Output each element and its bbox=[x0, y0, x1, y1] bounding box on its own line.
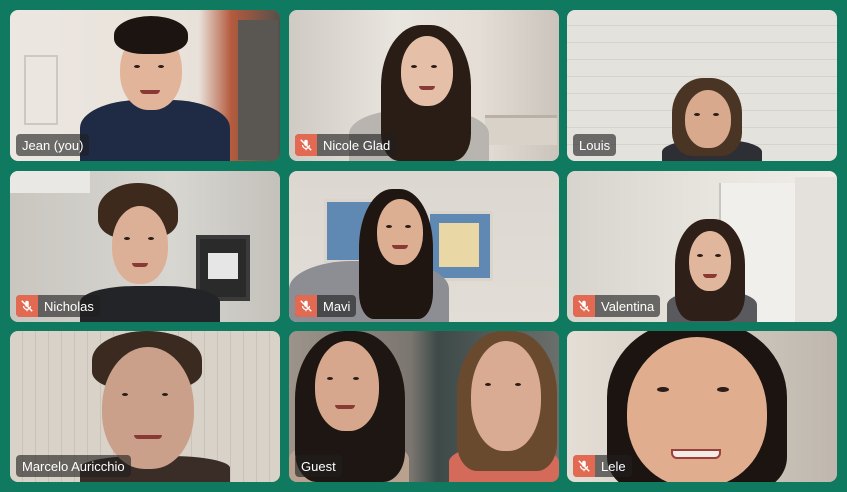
mic-off-icon bbox=[295, 134, 317, 156]
eye bbox=[405, 225, 411, 228]
picture-center bbox=[439, 223, 479, 267]
participant-name: Lele bbox=[601, 458, 626, 474]
participant-name: Louis bbox=[579, 137, 611, 153]
mic-off-icon bbox=[573, 295, 595, 317]
eye bbox=[657, 387, 669, 392]
eye bbox=[715, 254, 721, 257]
eye bbox=[124, 237, 130, 240]
participant-name-tag: Louis bbox=[573, 134, 617, 156]
eye bbox=[134, 65, 140, 68]
mouth bbox=[140, 90, 160, 94]
participant-tile-jean[interactable]: Jean (you) bbox=[10, 10, 280, 161]
participant-name-tag: Marcelo Auricchio bbox=[16, 455, 131, 477]
second-person-head bbox=[471, 341, 541, 451]
mic-off-icon bbox=[573, 455, 595, 477]
eye bbox=[411, 65, 417, 68]
eye bbox=[162, 393, 168, 396]
participant-tile-nicholas[interactable]: Nicholas bbox=[10, 171, 280, 322]
video-grid: Jean (you) Nicole Glad Louis Nicholas Ma… bbox=[0, 0, 847, 492]
mouth bbox=[419, 86, 435, 90]
eye bbox=[485, 383, 491, 386]
person-head bbox=[689, 231, 731, 291]
mouth bbox=[392, 245, 408, 249]
participant-name-tag: Valentina bbox=[573, 295, 661, 317]
participant-tile-louis[interactable]: Louis bbox=[567, 10, 837, 161]
shelf bbox=[485, 115, 557, 145]
eye bbox=[148, 237, 154, 240]
participant-tile-guest[interactable]: Guest bbox=[289, 331, 559, 482]
person-head bbox=[112, 206, 168, 284]
eye bbox=[515, 383, 521, 386]
person-head bbox=[401, 36, 453, 106]
picture-inner bbox=[208, 253, 238, 279]
participant-name-tag: Jean (you) bbox=[16, 134, 90, 156]
participant-name: Guest bbox=[301, 458, 336, 474]
eye bbox=[386, 225, 392, 228]
mouth bbox=[134, 435, 162, 439]
participant-name: Valentina bbox=[601, 298, 655, 314]
participant-name: Nicole Glad bbox=[323, 137, 391, 153]
eye bbox=[694, 113, 700, 116]
participant-name-tag: Nicole Glad bbox=[295, 134, 397, 156]
person-hair bbox=[114, 16, 188, 54]
air-conditioner bbox=[10, 171, 90, 193]
eye bbox=[697, 254, 703, 257]
participant-name: Jean (you) bbox=[22, 137, 84, 153]
shelf bbox=[24, 55, 58, 125]
eye bbox=[158, 65, 164, 68]
eye bbox=[327, 377, 333, 380]
participant-tile-mavi[interactable]: Mavi bbox=[289, 171, 559, 322]
wardrobe bbox=[795, 177, 837, 322]
picture-wall bbox=[238, 20, 278, 160]
mouth bbox=[671, 449, 721, 459]
participant-name-tag: Nicholas bbox=[16, 295, 100, 317]
participant-tile-nicole[interactable]: Nicole Glad bbox=[289, 10, 559, 161]
person-head bbox=[627, 337, 767, 482]
participant-name: Nicholas bbox=[44, 298, 94, 314]
mic-off-icon bbox=[295, 295, 317, 317]
mouth bbox=[703, 274, 717, 278]
eye bbox=[353, 377, 359, 380]
eye bbox=[122, 393, 128, 396]
person-body bbox=[80, 286, 220, 322]
participant-name-tag: Mavi bbox=[295, 295, 357, 317]
participant-name-tag: Lele bbox=[573, 455, 632, 477]
eye bbox=[431, 65, 437, 68]
person-head bbox=[102, 347, 194, 469]
participant-name: Mavi bbox=[323, 298, 351, 314]
mouth bbox=[335, 405, 355, 409]
mic-off-icon bbox=[16, 295, 38, 317]
participant-name: Marcelo Auricchio bbox=[22, 458, 125, 474]
participant-tile-lele[interactable]: Lele bbox=[567, 331, 837, 482]
participant-name-tag: Guest bbox=[295, 455, 342, 477]
person-head bbox=[377, 199, 423, 265]
person-head bbox=[315, 341, 379, 431]
mouth bbox=[132, 263, 148, 267]
participant-tile-valentina[interactable]: Valentina bbox=[567, 171, 837, 322]
person-head bbox=[685, 90, 731, 148]
participant-tile-marcelo[interactable]: Marcelo Auricchio bbox=[10, 331, 280, 482]
eye bbox=[717, 387, 729, 392]
eye bbox=[713, 113, 719, 116]
